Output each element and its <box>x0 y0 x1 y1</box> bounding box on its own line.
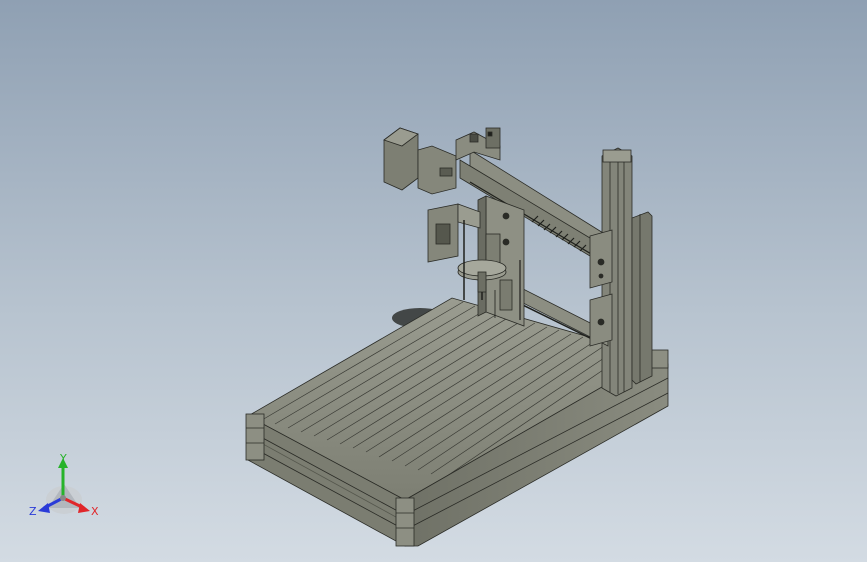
axis-triad: Y X Z <box>29 452 99 518</box>
x-axis-label: X <box>91 505 99 518</box>
cnc-router-model[interactable]: Y X Z <box>0 0 867 562</box>
graphics-viewport[interactable]: Y X Z <box>0 0 867 562</box>
z-axis-label: Z <box>29 505 37 518</box>
y-axis-label: Y <box>59 452 67 465</box>
